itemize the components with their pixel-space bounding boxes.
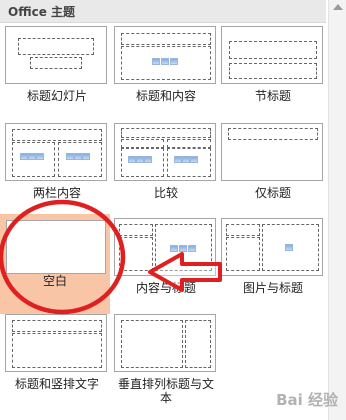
layout-thumbnail — [5, 123, 107, 181]
layout-thumbnail — [5, 314, 107, 372]
layout-thumbnail — [6, 220, 106, 274]
layout-gallery-panel: Office 主题 标题幻灯片 标题和内容 节标题 两栏内容 比较 仅标题 空白… — [0, 0, 346, 420]
vertical-scrollbar[interactable] — [328, 0, 346, 420]
layout-label: 空白 — [42, 274, 67, 288]
layout-label: 节标题 — [254, 89, 291, 103]
scroll-up-icon[interactable] — [333, 4, 343, 10]
layout-thumbnail — [221, 26, 323, 84]
layout-thumbnail — [5, 26, 107, 84]
layout-thumbnail — [114, 123, 216, 181]
layout-title-only[interactable]: 仅标题 — [221, 123, 325, 213]
layout-label: 标题和竖排文字 — [14, 377, 99, 391]
gallery-header-title: Office 主题 — [8, 5, 76, 19]
gallery-header: Office 主题 — [0, 0, 326, 23]
layout-label: 标题幻灯片 — [26, 89, 87, 103]
layout-thumbnail — [221, 123, 323, 181]
layout-title-slide[interactable]: 标题幻灯片 — [5, 26, 109, 116]
layout-thumbnail — [114, 314, 216, 372]
layout-comparison[interactable]: 比较 — [114, 123, 218, 213]
layout-thumbnail — [221, 218, 323, 276]
layout-picture-with-caption[interactable]: 图片与标题 — [221, 218, 325, 308]
layout-vertical-title-and-text[interactable]: 标题和竖排文字 垂直排列标题与文本 — [114, 314, 218, 405]
layout-title-and-content[interactable]: 标题和内容 — [114, 26, 218, 116]
layout-label: 两栏内容 — [32, 186, 81, 200]
layout-label: 垂直排列标题与文本 — [117, 377, 214, 405]
layout-label: 标题和内容 — [135, 89, 196, 103]
layout-two-content[interactable]: 两栏内容 — [5, 123, 109, 213]
layout-label: 图片与标题 — [242, 281, 303, 295]
layout-label: 比较 — [153, 186, 178, 200]
layout-content-with-caption[interactable]: 内容与标题 — [114, 218, 218, 308]
layout-section-header[interactable]: 节标题 — [221, 26, 325, 116]
layout-label: 仅标题 — [254, 186, 291, 200]
layout-thumbnail — [114, 218, 216, 276]
watermark: Bai 经验 — [276, 391, 338, 409]
layout-title-and-vertical-text[interactable]: 标题和竖排文字 — [5, 314, 109, 404]
layout-blank[interactable]: 空白 — [0, 214, 110, 314]
layout-label: 内容与标题 — [135, 281, 196, 295]
layout-thumbnail — [114, 26, 216, 84]
